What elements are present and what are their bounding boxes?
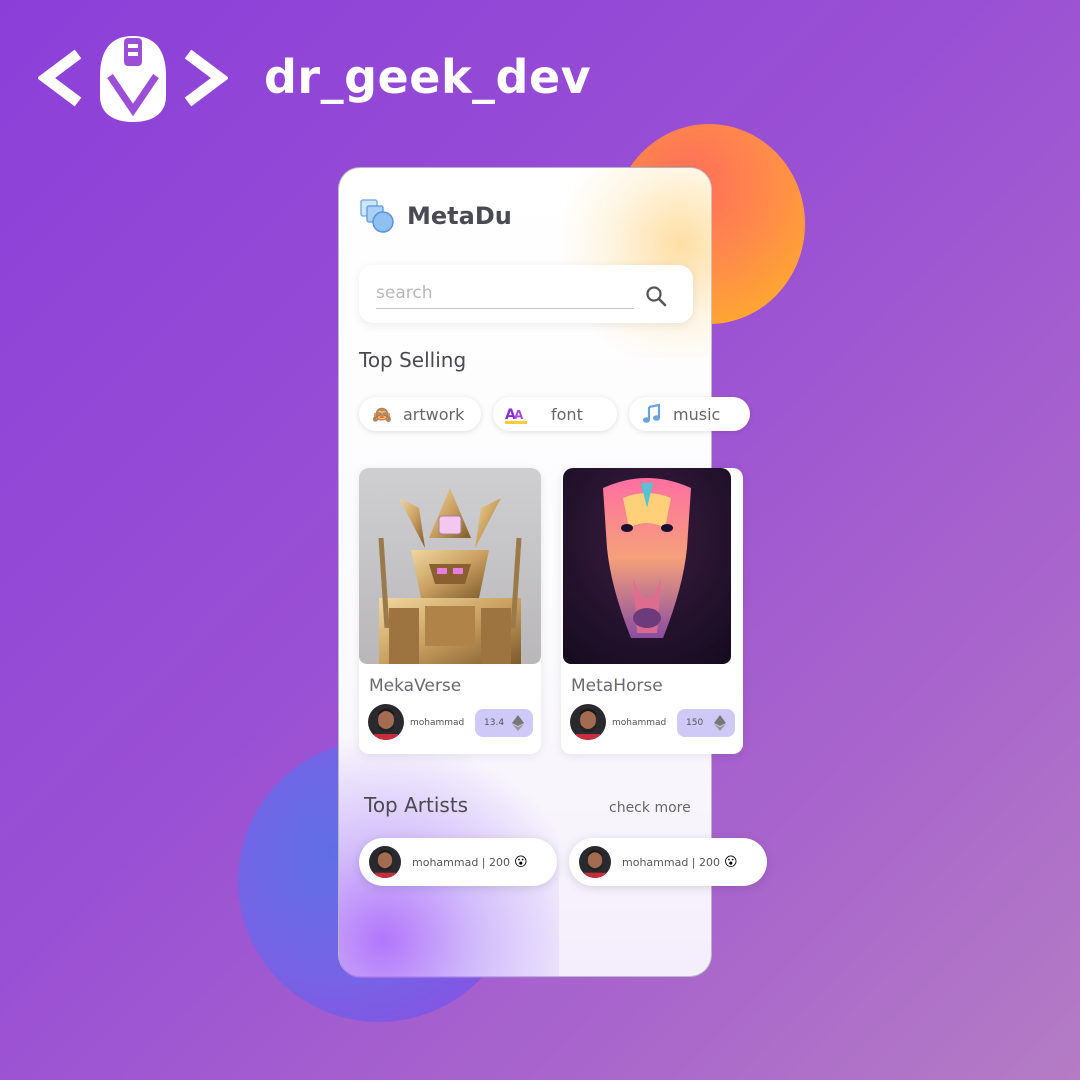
nft-price-badge[interactable]: 150 — [677, 709, 735, 737]
app-header: MetaDu — [359, 198, 512, 234]
category-chip-music[interactable]: music — [629, 397, 750, 431]
nft-price-badge[interactable]: 13.4 — [475, 709, 533, 737]
avatar[interactable] — [570, 704, 606, 740]
avatar — [369, 846, 401, 878]
nft-card-metahorse[interactable]: MetaHorse mohammad 150 — [561, 468, 743, 754]
see-no-evil-monkey-icon: 🙈 — [372, 404, 392, 424]
top-artists-title: Top Artists — [364, 793, 469, 817]
nft-card-mekaverse[interactable]: MekaVerse mohammad 13.4 — [359, 468, 541, 754]
artist-label: mohammad | 200 — [622, 855, 721, 869]
nft-owner-name: mohammad — [612, 718, 667, 728]
brand-header: dr_geek_dev — [38, 28, 591, 128]
search-input[interactable] — [376, 277, 634, 309]
artist-pill[interactable]: mohammad | 200 😮 — [359, 838, 557, 886]
category-chip-label: music — [673, 404, 721, 424]
search-icon[interactable] — [645, 285, 667, 307]
nft-name: MetaHorse — [571, 676, 663, 696]
nft-image-neon-horse — [563, 468, 731, 664]
check-more-link[interactable]: check more — [609, 800, 691, 816]
brand-name: dr_geek_dev — [264, 50, 592, 104]
nft-name: MekaVerse — [369, 676, 462, 696]
avatar[interactable] — [368, 704, 404, 740]
avatar — [579, 846, 611, 878]
ethereum-icon — [512, 715, 524, 731]
category-chip-label: font — [551, 404, 583, 424]
category-chip-label: artwork — [403, 404, 465, 424]
svg-text:A: A — [514, 408, 524, 422]
app-title: MetaDu — [407, 202, 512, 230]
ethereum-icon — [714, 715, 726, 731]
category-chip-artwork[interactable]: 🙈 artwork — [359, 397, 481, 431]
artist-label: mohammad | 200 — [412, 855, 511, 869]
font-aa-icon: A A — [505, 407, 527, 424]
glass-glow-top — [559, 168, 712, 358]
surprised-emoji-icon: 😮 — [514, 854, 528, 870]
nft-image-golden-robot — [359, 468, 541, 664]
nft-price-value: 150 — [686, 718, 704, 728]
nft-price-value: 13.4 — [484, 718, 505, 728]
app-mockup-card: MetaDu Top Selling 🙈 artwork A A font mu… — [338, 167, 767, 978]
music-note-icon — [643, 403, 661, 423]
code-mouse-logo-icon — [38, 36, 228, 122]
app-logo-icon — [360, 199, 394, 233]
artist-pill[interactable]: mohammad | 200 😮 — [569, 838, 767, 886]
surprised-emoji-icon: 😮 — [724, 854, 738, 870]
search-bar — [359, 265, 693, 323]
category-chip-font[interactable]: A A font — [493, 397, 617, 431]
top-selling-title: Top Selling — [359, 348, 467, 372]
nft-owner-name: mohammad — [410, 718, 465, 728]
